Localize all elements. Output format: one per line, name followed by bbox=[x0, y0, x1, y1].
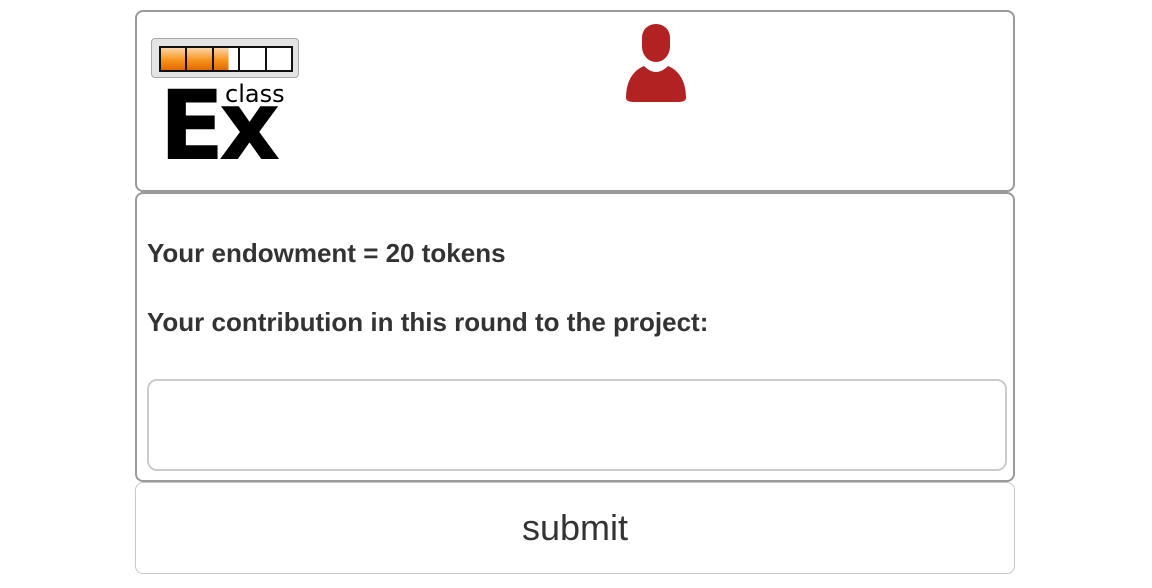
page: Ex class Your endowment = 20 tokens Your… bbox=[0, 0, 1152, 588]
endowment-text: Your endowment = 20 tokens bbox=[147, 238, 506, 268]
main-panel: Your endowment = 20 tokens Your contribu… bbox=[135, 192, 1015, 482]
logo-progress-segment bbox=[213, 48, 241, 70]
classex-logo: Ex class bbox=[151, 38, 303, 174]
submit-button[interactable]: submit bbox=[135, 482, 1015, 574]
logo-progress-segment bbox=[266, 48, 292, 70]
user-icon bbox=[624, 24, 688, 102]
logo-progress-segment bbox=[187, 48, 214, 70]
submit-button-label: submit bbox=[521, 507, 629, 548]
user-icon-svg bbox=[626, 24, 686, 102]
logo-text-small: class bbox=[225, 80, 285, 108]
logo-progress-bar bbox=[159, 46, 293, 72]
logo-progress-segment bbox=[161, 48, 188, 70]
contribution-input[interactable] bbox=[147, 379, 1007, 471]
logo-progress-segment bbox=[240, 48, 267, 70]
header-panel: Ex class bbox=[135, 10, 1015, 192]
contribution-label: Your contribution in this round to the p… bbox=[147, 307, 709, 337]
